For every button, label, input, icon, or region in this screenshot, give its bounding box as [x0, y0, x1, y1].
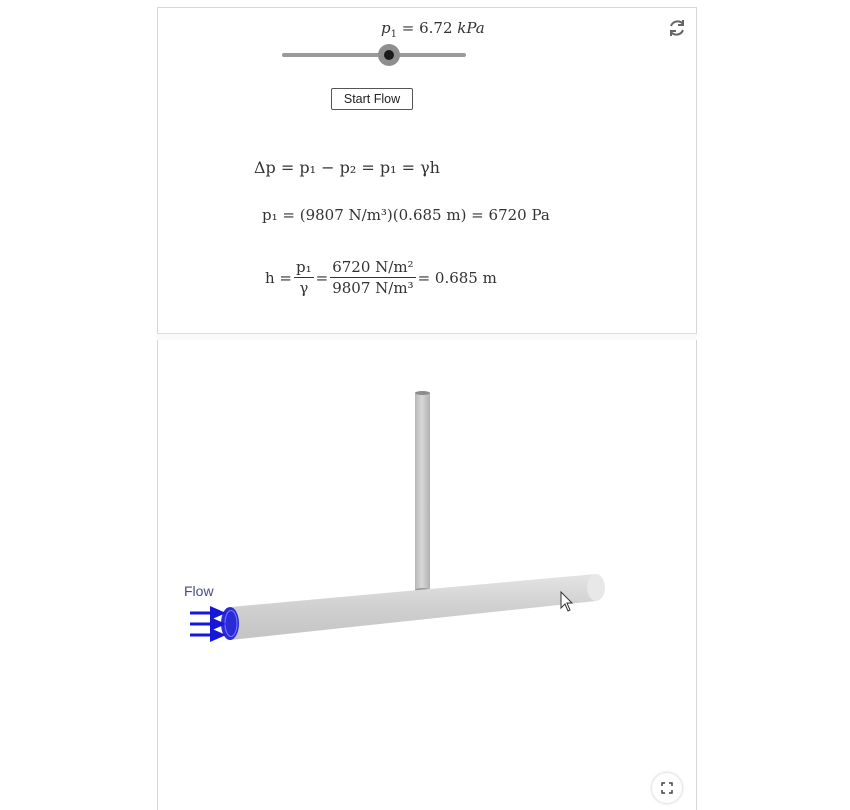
pipe-scene — [190, 391, 605, 642]
horizontal-pipe — [221, 574, 605, 640]
cursor-icon — [560, 591, 574, 612]
expand-icon — [661, 782, 673, 794]
flow-arrows — [190, 606, 226, 642]
piezometer-tube — [415, 391, 430, 592]
fullscreen-icon[interactable] — [652, 773, 682, 803]
flow-label: Flow — [184, 583, 214, 599]
